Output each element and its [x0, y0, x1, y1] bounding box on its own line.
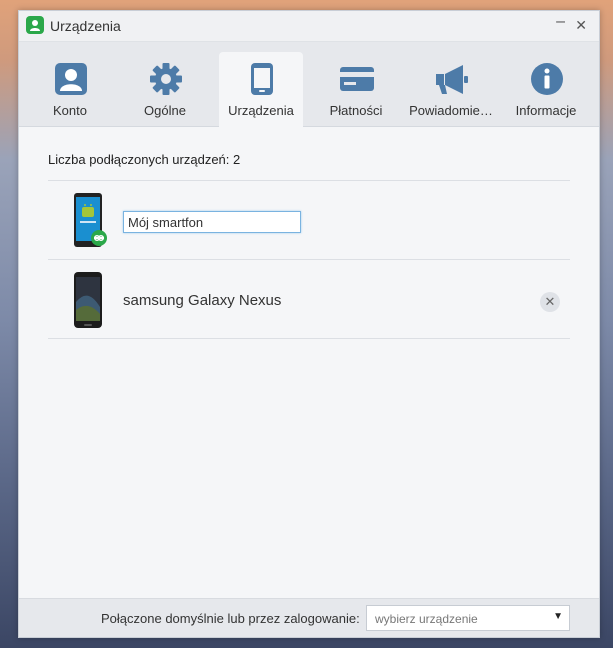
default-device-label: Połączone domyślnie lub przez zalogowani…	[101, 611, 360, 626]
devices-panel: Liczba podłączonych urządzeń: 2	[48, 151, 570, 169]
credit-card-icon	[340, 67, 374, 91]
devices-window: Urządzenia – ✕ Konto Ogólne Urządzenia P…	[18, 10, 600, 638]
tablet-icon	[251, 63, 273, 95]
tab-label: Powiadomie…	[409, 103, 493, 118]
device-name: samsung Galaxy Nexus	[123, 292, 282, 309]
app-logo-icon	[26, 16, 44, 34]
tab-label: Ogólne	[144, 103, 186, 118]
tab-platnosci[interactable]: Płatności	[314, 52, 398, 126]
select-placeholder: wybierz urządzenie	[375, 612, 478, 626]
android-phone-icon	[74, 193, 107, 247]
tab-powiadomienia[interactable]: Powiadomie…	[409, 52, 493, 126]
tab-urzadzenia[interactable]: Urządzenia	[219, 52, 303, 127]
divider	[48, 338, 570, 339]
chevron-down-icon: ▼	[553, 611, 563, 622]
settings-tabs: Konto Ogólne Urządzenia Płatności Powiad…	[19, 42, 599, 127]
device-name-input[interactable]	[123, 211, 301, 233]
device-row: samsung Galaxy Nexus ✕	[48, 260, 570, 338]
info-icon	[531, 63, 563, 95]
minimize-button[interactable]: –	[556, 14, 565, 30]
tab-label: Informacje	[515, 103, 577, 118]
tab-informacje[interactable]: Informacje	[504, 52, 588, 126]
close-button[interactable]: ✕	[575, 17, 587, 33]
tab-label: Konto	[53, 103, 87, 118]
title-bar: Urządzenia – ✕	[19, 11, 599, 42]
tab-label: Płatności	[329, 103, 383, 118]
megaphone-icon	[436, 65, 468, 94]
gear-icon	[150, 63, 182, 95]
remove-device-button[interactable]: ✕	[540, 292, 560, 312]
window-title: Urządzenia	[50, 18, 121, 34]
user-icon	[55, 63, 87, 95]
tab-label: Urządzenia	[228, 103, 294, 118]
default-device-select[interactable]: wybierz urządzenie ▼	[366, 605, 570, 631]
footer-bar: Połączone domyślnie lub przez zalogowani…	[19, 598, 599, 637]
tab-ogolne[interactable]: Ogólne	[123, 52, 207, 126]
device-row	[48, 181, 570, 259]
tab-konto[interactable]: Konto	[28, 52, 112, 126]
device-count-label: Liczba podłączonych urządzeń: 2	[48, 152, 241, 167]
phone-icon	[74, 272, 102, 328]
